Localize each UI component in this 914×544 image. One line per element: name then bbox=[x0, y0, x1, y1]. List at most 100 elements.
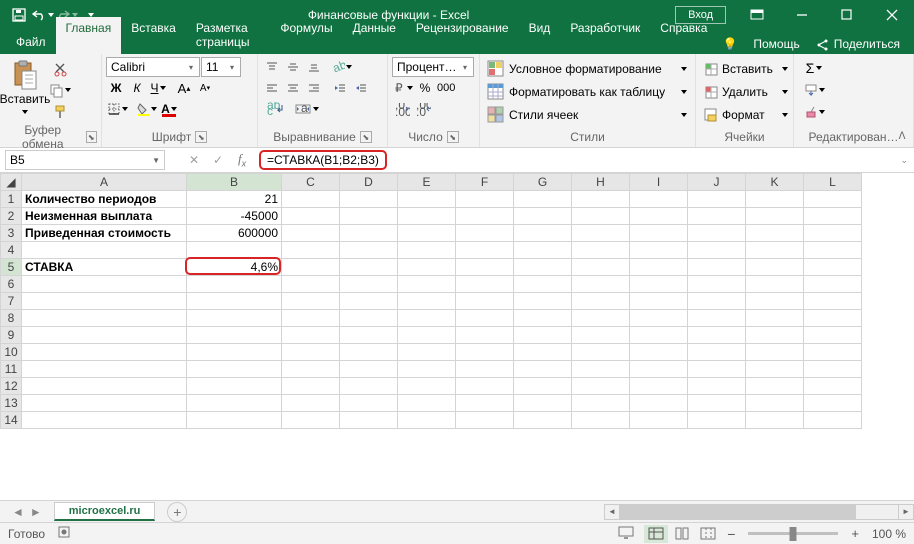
cell-F4[interactable] bbox=[456, 242, 514, 259]
cell-K10[interactable] bbox=[746, 344, 804, 361]
cell-B2[interactable]: -45000 bbox=[187, 208, 282, 225]
cell-J10[interactable] bbox=[688, 344, 746, 361]
cell-I5[interactable] bbox=[630, 259, 688, 276]
tab-Разметка страницы[interactable]: Разметка страницы bbox=[186, 17, 271, 54]
decrease-indent-button[interactable] bbox=[330, 78, 350, 98]
row-header[interactable]: 8 bbox=[1, 310, 22, 327]
cell-H12[interactable] bbox=[572, 378, 630, 395]
cell-L9[interactable] bbox=[804, 327, 862, 344]
cell-G14[interactable] bbox=[514, 412, 572, 429]
row-header[interactable]: 6 bbox=[1, 276, 22, 293]
cell-H13[interactable] bbox=[572, 395, 630, 412]
underline-button[interactable]: Ч bbox=[148, 78, 168, 98]
cell-F3[interactable] bbox=[456, 225, 514, 242]
cell-F11[interactable] bbox=[456, 361, 514, 378]
cell-A5[interactable]: СТАВКА bbox=[22, 259, 187, 276]
cell-H8[interactable] bbox=[572, 310, 630, 327]
row-header[interactable]: 7 bbox=[1, 293, 22, 310]
cell-J7[interactable] bbox=[688, 293, 746, 310]
cell-C12[interactable] bbox=[282, 378, 340, 395]
fill-color-button[interactable] bbox=[135, 99, 158, 119]
delete-cells-button[interactable]: Удалить bbox=[700, 81, 789, 102]
help-button[interactable]: Помощь bbox=[747, 34, 805, 54]
cell-H7[interactable] bbox=[572, 293, 630, 310]
font-name-combo[interactable]: Calibri▾ bbox=[106, 57, 200, 77]
cell-D3[interactable] bbox=[340, 225, 398, 242]
cell-E12[interactable] bbox=[398, 378, 456, 395]
row-header[interactable]: 3 bbox=[1, 225, 22, 242]
zoom-level[interactable]: 100 % bbox=[872, 527, 906, 541]
cell-B13[interactable] bbox=[187, 395, 282, 412]
cell-G11[interactable] bbox=[514, 361, 572, 378]
decrease-decimal-button[interactable]: ,00,0 bbox=[413, 99, 433, 119]
cell-I14[interactable] bbox=[630, 412, 688, 429]
cell-H2[interactable] bbox=[572, 208, 630, 225]
cell-B12[interactable] bbox=[187, 378, 282, 395]
cell-B10[interactable] bbox=[187, 344, 282, 361]
cell-B7[interactable] bbox=[187, 293, 282, 310]
cell-B6[interactable] bbox=[187, 276, 282, 293]
row-header[interactable]: 14 bbox=[1, 412, 22, 429]
cell-I3[interactable] bbox=[630, 225, 688, 242]
cell-F2[interactable] bbox=[456, 208, 514, 225]
column-header[interactable]: I bbox=[630, 174, 688, 191]
cell-G6[interactable] bbox=[514, 276, 572, 293]
cell-A3[interactable]: Приведенная стоимость bbox=[22, 225, 187, 242]
cell-H4[interactable] bbox=[572, 242, 630, 259]
cell-A6[interactable] bbox=[22, 276, 187, 293]
cell-A11[interactable] bbox=[22, 361, 187, 378]
row-header[interactable]: 4 bbox=[1, 242, 22, 259]
cell-L4[interactable] bbox=[804, 242, 862, 259]
cell-E8[interactable] bbox=[398, 310, 456, 327]
cell-K7[interactable] bbox=[746, 293, 804, 310]
next-sheet-button[interactable]: ► bbox=[30, 505, 42, 519]
cell-D14[interactable] bbox=[340, 412, 398, 429]
cell-styles-button[interactable]: Стили ячеек bbox=[484, 104, 691, 125]
ribbon-display-button[interactable] bbox=[734, 0, 779, 29]
cell-F1[interactable] bbox=[456, 191, 514, 208]
cell-L3[interactable] bbox=[804, 225, 862, 242]
cell-E13[interactable] bbox=[398, 395, 456, 412]
tab-Формулы[interactable]: Формулы bbox=[270, 17, 342, 54]
cell-L6[interactable] bbox=[804, 276, 862, 293]
paste-button[interactable]: Вставить bbox=[4, 57, 46, 121]
align-top-button[interactable] bbox=[262, 57, 282, 77]
align-left-button[interactable] bbox=[262, 78, 282, 98]
cell-K9[interactable] bbox=[746, 327, 804, 344]
new-sheet-button[interactable]: + bbox=[167, 502, 187, 522]
cell-H14[interactable] bbox=[572, 412, 630, 429]
cell-G12[interactable] bbox=[514, 378, 572, 395]
cell-G4[interactable] bbox=[514, 242, 572, 259]
align-middle-button[interactable] bbox=[283, 57, 303, 77]
cell-A13[interactable] bbox=[22, 395, 187, 412]
increase-indent-button[interactable] bbox=[351, 78, 371, 98]
bold-button[interactable]: Ж bbox=[106, 78, 126, 98]
column-header[interactable]: C bbox=[282, 174, 340, 191]
column-header[interactable]: K bbox=[746, 174, 804, 191]
borders-button[interactable] bbox=[106, 99, 129, 119]
cell-J3[interactable] bbox=[688, 225, 746, 242]
cell-I7[interactable] bbox=[630, 293, 688, 310]
row-header[interactable]: 5 bbox=[1, 259, 22, 276]
cell-D7[interactable] bbox=[340, 293, 398, 310]
column-header[interactable]: F bbox=[456, 174, 514, 191]
align-right-button[interactable] bbox=[304, 78, 324, 98]
clear-button[interactable] bbox=[798, 102, 830, 122]
cell-H10[interactable] bbox=[572, 344, 630, 361]
cell-F9[interactable] bbox=[456, 327, 514, 344]
cell-B14[interactable] bbox=[187, 412, 282, 429]
row-header[interactable]: 13 bbox=[1, 395, 22, 412]
page-layout-view-button[interactable] bbox=[670, 525, 694, 543]
cell-A12[interactable] bbox=[22, 378, 187, 395]
cell-H1[interactable] bbox=[572, 191, 630, 208]
align-center-button[interactable] bbox=[283, 78, 303, 98]
column-header[interactable]: H bbox=[572, 174, 630, 191]
cell-H6[interactable] bbox=[572, 276, 630, 293]
cell-C7[interactable] bbox=[282, 293, 340, 310]
cell-K8[interactable] bbox=[746, 310, 804, 327]
tab-Данные[interactable]: Данные bbox=[343, 17, 406, 54]
cell-D8[interactable] bbox=[340, 310, 398, 327]
wrap-text-button[interactable]: abc bbox=[262, 99, 288, 119]
fill-button[interactable] bbox=[798, 80, 830, 100]
name-box[interactable]: B5▼ bbox=[5, 150, 165, 170]
